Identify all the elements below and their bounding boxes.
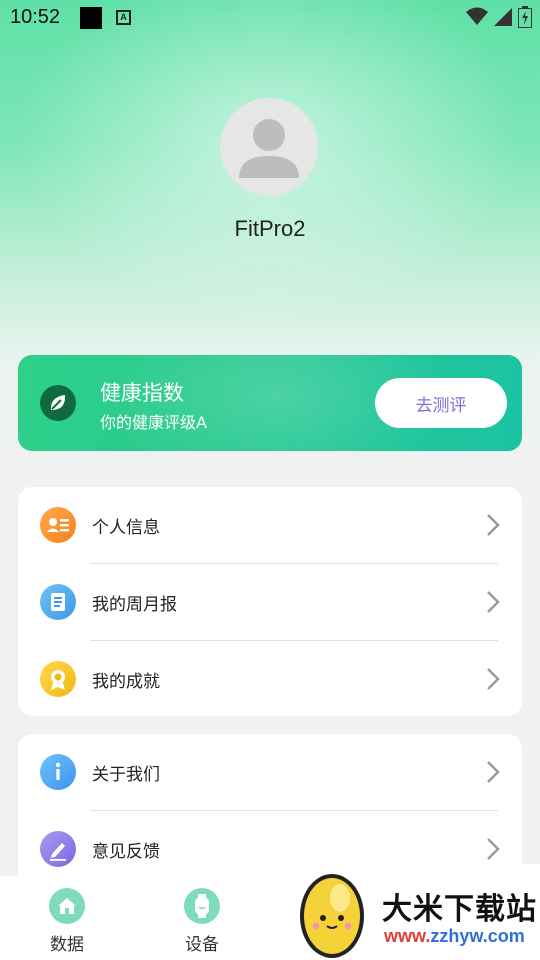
chevron-right-icon <box>487 514 500 536</box>
go-evaluate-button[interactable]: 去测评 <box>375 378 507 428</box>
nav-label: 设备 <box>185 935 219 955</box>
status-bar: 10:52 A <box>0 0 540 36</box>
health-index-title: 健康指数 <box>100 381 184 405</box>
nav-label: 数据 <box>50 935 84 955</box>
rice-mascot-logo <box>300 874 364 958</box>
menu-label: 我的周月报 <box>92 595 177 615</box>
cell-signal-icon <box>494 8 512 26</box>
chevron-right-icon <box>487 591 500 613</box>
site-watermark: 大米下载站 www.zzhyw.com <box>296 864 540 960</box>
chevron-right-icon <box>487 668 500 690</box>
chevron-right-icon <box>487 838 500 860</box>
menu-label: 关于我们 <box>92 765 160 785</box>
watch-icon <box>184 888 220 924</box>
wifi-icon <box>466 7 488 25</box>
menu-item-achievements[interactable]: 我的成就 <box>18 641 522 718</box>
menu-label: 我的成就 <box>92 672 160 692</box>
info-icon <box>40 754 76 790</box>
menu-item-weekly-monthly-report[interactable]: 我的周月报 <box>18 564 522 641</box>
id-card-icon <box>40 507 76 543</box>
watermark-url: www.zzhyw.com <box>384 926 525 946</box>
watermark-title: 大米下载站 <box>382 892 537 927</box>
nav-tab-device[interactable]: 设备 <box>162 888 242 955</box>
medal-icon <box>40 661 76 697</box>
menu-item-about-us[interactable]: 关于我们 <box>18 734 522 811</box>
notification-badge-icon: A <box>116 10 131 25</box>
menu-label: 意见反馈 <box>92 842 160 862</box>
menu-item-personal-info[interactable]: 个人信息 <box>18 487 522 564</box>
menu-group-profile: 个人信息 我的周月报 我的成就 <box>18 487 522 716</box>
default-user-icon <box>239 119 299 178</box>
home-icon <box>49 888 85 924</box>
health-index-card[interactable]: 健康指数 你的健康评级A 去测评 <box>18 355 522 451</box>
nav-tab-data[interactable]: 数据 <box>27 888 107 955</box>
username: FitPro2 <box>234 216 306 241</box>
report-icon <box>40 584 76 620</box>
health-rating-text: 你的健康评级A <box>100 413 207 432</box>
leaf-icon <box>40 385 76 421</box>
user-id: ID PL.A <box>243 264 297 279</box>
battery-icon <box>518 6 532 28</box>
avatar[interactable] <box>220 98 318 196</box>
chevron-right-icon <box>487 761 500 783</box>
status-icons <box>466 6 532 28</box>
notification-app-icon <box>80 7 102 29</box>
menu-label: 个人信息 <box>92 518 160 538</box>
feedback-pen-icon <box>40 831 76 867</box>
status-time: 10:52 <box>10 6 61 28</box>
